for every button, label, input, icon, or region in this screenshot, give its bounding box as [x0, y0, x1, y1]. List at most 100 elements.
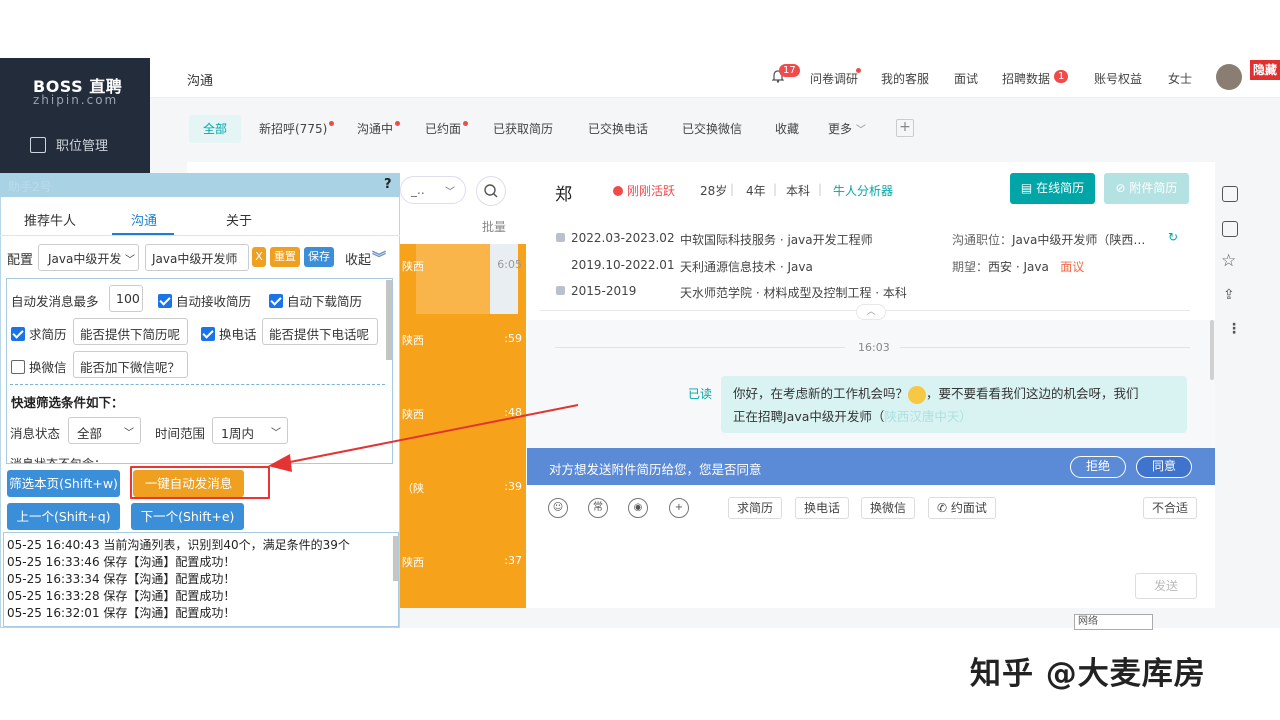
ask-phone-chip[interactable]: 换电话 [795, 497, 850, 519]
help-icon[interactable]: ? [384, 177, 392, 192]
star-icon[interactable]: ☆ [1221, 251, 1236, 271]
active-tab-indicator [112, 233, 174, 235]
ask-phone-text[interactable]: 能否提供下电话呢 [262, 318, 378, 345]
msg-status-select[interactable]: 全部 ﹀ [68, 417, 141, 444]
list-filter-select[interactable]: _.. ﹀ [400, 176, 466, 204]
location-icon[interactable]: ◉ [628, 498, 648, 518]
tab-wechat[interactable]: 已交换微信 [682, 118, 742, 140]
tab-recommend[interactable]: 推荐牛人 [24, 210, 76, 229]
logo-domain: zhipin.com [33, 93, 119, 107]
time-range-select[interactable]: 1周内 ﹀ [212, 417, 288, 444]
add-tab-icon[interactable]: + [896, 119, 914, 137]
list-item[interactable]: （陕:39 [400, 466, 526, 536]
auto-download-checkbox[interactable]: 自动下载简历 [269, 291, 362, 310]
log-line: 05-25 16:33:28 保存【沟通】配置成功！ [7, 589, 236, 603]
education-item: 2015-2019 [556, 284, 636, 298]
tab-about[interactable]: 关于 [226, 210, 252, 229]
user-name[interactable]: 女士 [1168, 70, 1192, 87]
log-line: 05-25 16:33:34 保存【沟通】配置成功！ [7, 572, 236, 586]
ask-resume-chip[interactable]: 求简历 [728, 497, 783, 519]
experience-desc: 天利通源信息技术 · Java [680, 260, 813, 274]
avatar[interactable] [1216, 64, 1242, 90]
batch-button[interactable]: 批量 [482, 218, 506, 235]
analysis-link[interactable]: 牛人分析器 [833, 182, 893, 199]
ask-resume-text[interactable]: 能否提供下简历呢 [73, 318, 188, 345]
divider: | [818, 182, 823, 196]
divider [555, 347, 845, 348]
service-link[interactable]: 我的客服 [881, 70, 929, 87]
account-link[interactable]: 账号权益 [1094, 70, 1142, 87]
config-select[interactable]: Java中级开发 ﹀ [38, 244, 139, 271]
tab-interview[interactable]: 已约面 [425, 118, 469, 140]
tab-chat[interactable]: 沟通 [131, 210, 157, 229]
highlight-box [130, 466, 270, 499]
tab-resume[interactable]: 已获取简历 [493, 118, 553, 140]
document-icon [30, 136, 46, 153]
config-name-input[interactable]: Java中级开发师 [145, 244, 249, 271]
hide-button[interactable]: 隐藏 [1250, 60, 1280, 80]
tab-new-greeting[interactable]: 新招呼(775) [259, 118, 335, 140]
tab-more[interactable]: 更多 ﹀ [828, 118, 866, 140]
ask-wechat-chip[interactable]: 换微信 [861, 497, 916, 519]
experience-item: 2022.03-2023.02 [556, 231, 675, 245]
collapse-toggle-icon[interactable]: ︿ [856, 304, 886, 320]
list-item[interactable]: 陕西:37 [400, 540, 526, 610]
pin-top-icon[interactable]: ⇪ [1223, 287, 1235, 303]
common-phrase-icon[interactable]: 常 [588, 498, 608, 518]
tab-phone[interactable]: 已交换电话 [588, 118, 648, 140]
online-resume-button[interactable]: ▤ 在线简历 [1010, 173, 1095, 204]
list-item[interactable]: 陕西:48 [400, 392, 526, 462]
chat-time: 16:03 [858, 341, 890, 354]
auto-receive-checkbox[interactable]: 自动接收简历 [158, 291, 251, 310]
reset-button[interactable]: 重置 [270, 247, 300, 267]
collapse-button[interactable]: 收起 [345, 249, 371, 268]
agree-button[interactable]: 同意 [1136, 456, 1192, 478]
auto-max-input[interactable]: 100 [109, 285, 143, 312]
tab-favorite[interactable]: 收藏 [775, 118, 799, 140]
tab-chatting[interactable]: 沟通中 [357, 118, 401, 140]
share-icon[interactable] [1222, 221, 1238, 237]
resume-icon: ▤ [1020, 181, 1037, 195]
ask-resume-checkbox[interactable]: 求简历 [11, 324, 67, 343]
plus-icon[interactable]: + [669, 498, 689, 518]
recruit-data-link[interactable]: 招聘数据 [1002, 70, 1050, 87]
double-chevron-icon[interactable]: ︾ [372, 248, 386, 268]
more-vertical-icon[interactable]: ⋮ [1227, 321, 1241, 337]
school-icon [556, 286, 565, 295]
whatsapp-icon: ✆ [937, 501, 951, 515]
log-scrollbar[interactable] [393, 536, 398, 581]
sidebar-item-job-management[interactable]: 职位管理 [30, 135, 108, 154]
save-button[interactable]: 保存 [304, 247, 334, 267]
config-scrollbar[interactable] [386, 280, 392, 360]
plugin-header[interactable] [0, 173, 400, 197]
refresh-icon[interactable]: ↻ [1168, 230, 1178, 244]
notification-badge: 17 [779, 64, 800, 77]
interview-link[interactable]: 面试 [954, 70, 978, 87]
read-status: 已读 [688, 387, 713, 401]
search-icon[interactable] [476, 176, 506, 206]
prev-button[interactable]: 上一个(Shift+q) [7, 503, 120, 530]
attachment-resume-button[interactable]: ⊘ 附件简历 [1104, 173, 1189, 204]
emoji-icon[interactable]: ☺ [548, 498, 568, 518]
tab-all[interactable]: 全部 [189, 115, 242, 143]
work-icon [556, 233, 565, 242]
reject-button[interactable]: 拒绝 [1070, 456, 1126, 478]
survey-dot [856, 68, 861, 73]
filter-page-button[interactable]: 筛选本页(Shift+w) [7, 470, 120, 497]
survey-link[interactable]: 问卷调研 [810, 70, 858, 87]
ask-phone-checkbox[interactable]: 换电话 [201, 324, 257, 343]
ask-wechat-text[interactable]: 能否加下微信呢？ [73, 351, 188, 378]
list-item[interactable]: 陕西:59 [400, 318, 526, 388]
not-suitable-button[interactable]: 不合适 [1143, 497, 1198, 519]
sidebar-item-label: 职位管理 [56, 139, 109, 154]
list-item[interactable]: 陕西 6:05 [400, 244, 526, 314]
ask-wechat-checkbox[interactable]: 换微信 [11, 357, 67, 376]
next-button[interactable]: 下一个(Shift+e) [131, 503, 244, 530]
folder-add-icon[interactable] [1222, 186, 1238, 202]
delete-config-button[interactable]: X [252, 247, 266, 267]
log-line: 05-25 16:32:01 保存【沟通】配置成功！ [7, 606, 236, 620]
send-button[interactable]: 发送 [1135, 573, 1197, 599]
schedule-interview-chip[interactable]: ✆ 约面试 [928, 497, 996, 519]
chat-message: 你好，在考虑新的工作机会吗？ ，要不要看看我们这边的机会呀，我们 正在招聘Java… [721, 376, 1187, 433]
chat-scrollbar[interactable] [1210, 320, 1214, 380]
